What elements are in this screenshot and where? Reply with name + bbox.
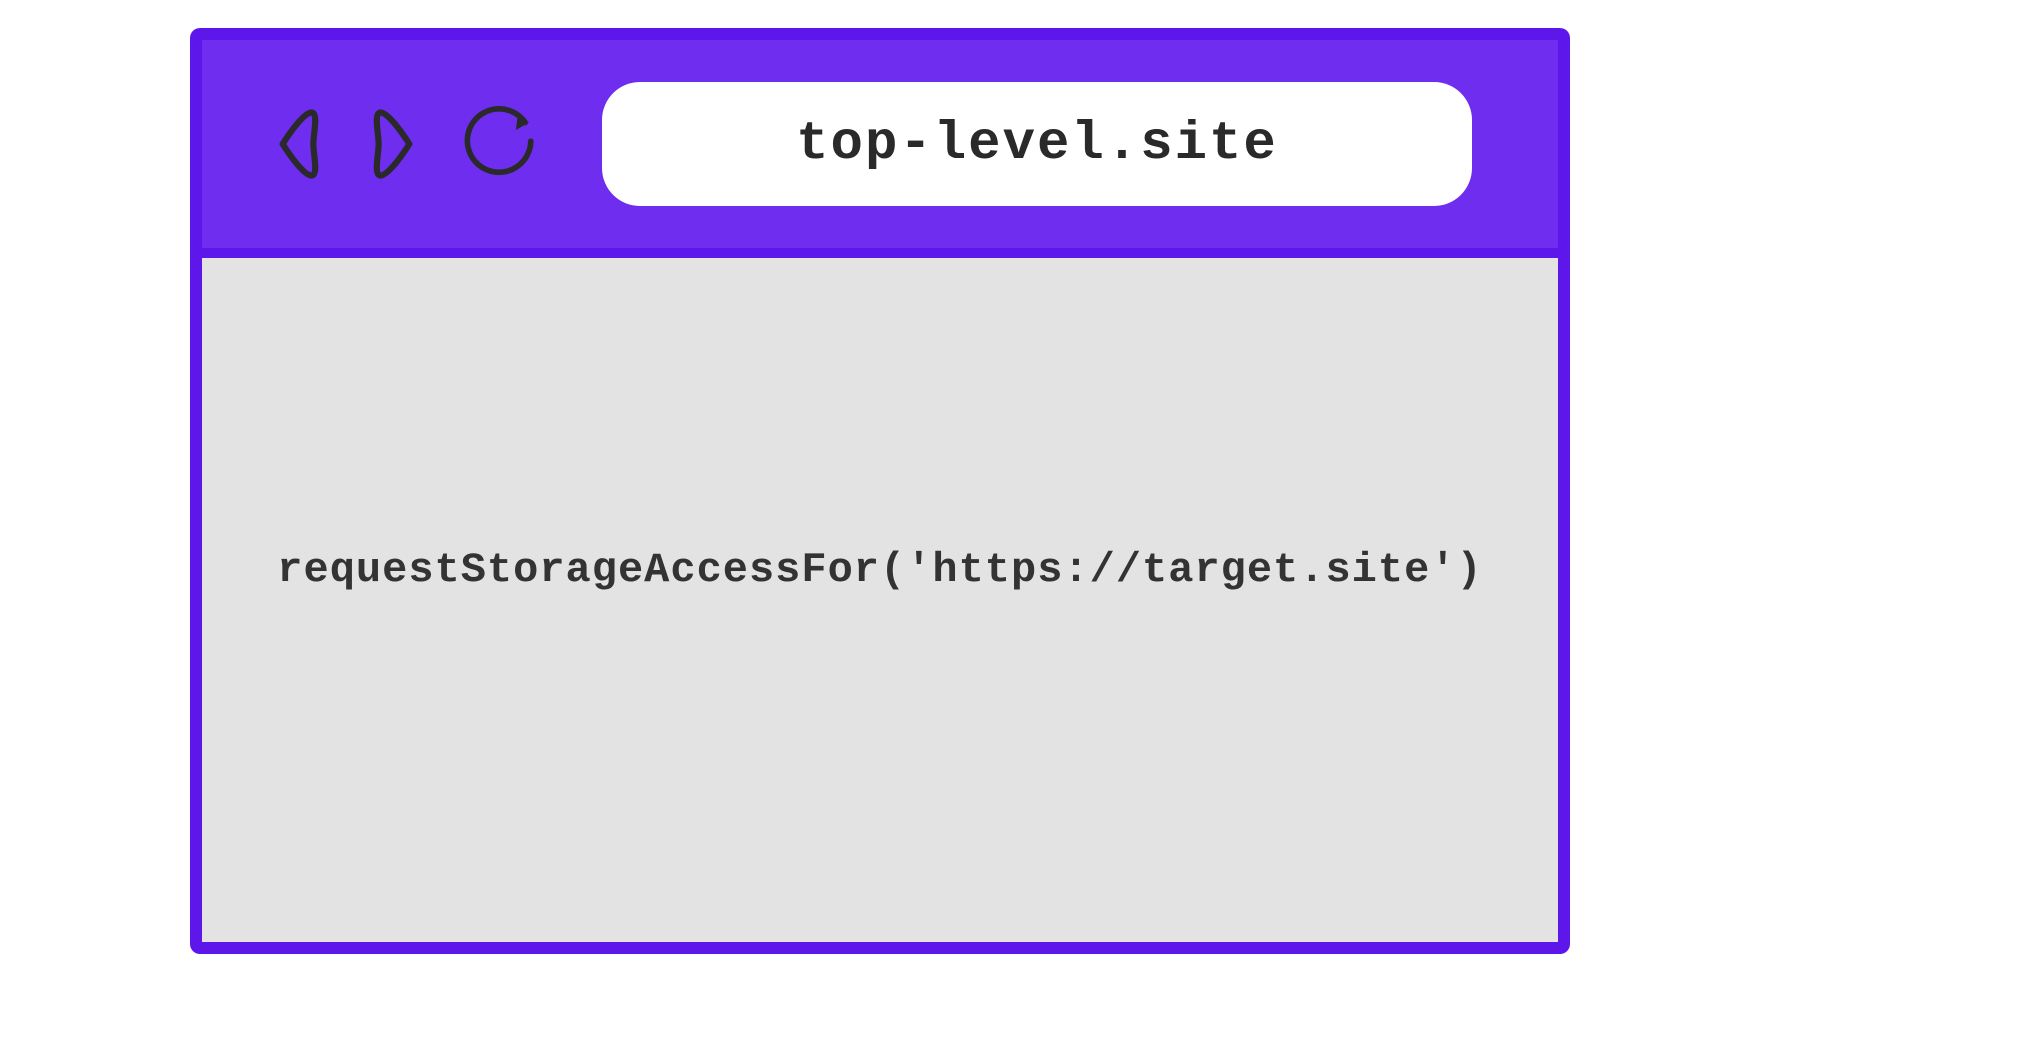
- browser-toolbar: top-level.site: [202, 40, 1558, 258]
- nav-icons-group: [262, 102, 542, 186]
- forward-icon[interactable]: [360, 103, 430, 185]
- reload-icon[interactable]: [458, 102, 542, 186]
- browser-viewport: requestStorageAccessFor('https://target.…: [202, 258, 1558, 942]
- address-bar-url: top-level.site: [796, 114, 1278, 175]
- back-icon[interactable]: [262, 103, 332, 185]
- address-bar[interactable]: top-level.site: [602, 82, 1472, 206]
- browser-window: top-level.site requestStorageAccessFor('…: [190, 28, 1570, 954]
- diagram-stage: top-level.site requestStorageAccessFor('…: [0, 0, 2044, 1042]
- viewport-code-snippet: requestStorageAccessFor('https://target.…: [277, 546, 1482, 594]
